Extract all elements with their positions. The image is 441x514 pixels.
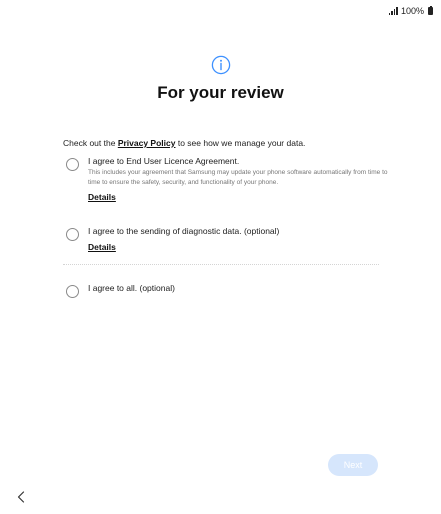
- intro-suffix: to see how we manage your data.: [175, 138, 306, 148]
- back-button[interactable]: [14, 490, 28, 504]
- eula-description: This includes your agreement that Samsun…: [88, 169, 388, 186]
- diagnostic-details-link[interactable]: Details: [88, 242, 116, 252]
- signal-icon: [388, 7, 398, 15]
- chevron-left-icon: [17, 491, 25, 503]
- intro-text: Check out the Privacy Policy to see how …: [63, 138, 305, 148]
- eula-label[interactable]: I agree to End User Licence Agreement.: [88, 156, 388, 167]
- status-bar: 100%: [388, 5, 433, 16]
- diagnostic-radio[interactable]: [66, 228, 79, 241]
- next-button[interactable]: Next: [328, 454, 378, 476]
- battery-percentage: 100%: [400, 6, 424, 16]
- eula-radio[interactable]: [66, 158, 79, 171]
- agree-all-radio[interactable]: [66, 285, 79, 298]
- intro-prefix: Check out the: [63, 138, 118, 148]
- page-title: For your review: [157, 83, 284, 102]
- battery-icon: [428, 5, 433, 15]
- privacy-policy-link[interactable]: Privacy Policy: [118, 138, 176, 148]
- diagnostic-label[interactable]: I agree to the sending of diagnostic dat…: [88, 226, 388, 237]
- agree-all-label[interactable]: I agree to all. (optional): [88, 283, 388, 294]
- review-screen: 100% For your review Check out the Priva…: [0, 0, 441, 514]
- info-icon: [211, 55, 231, 75]
- divider: [63, 264, 379, 265]
- eula-details-link[interactable]: Details: [88, 192, 116, 202]
